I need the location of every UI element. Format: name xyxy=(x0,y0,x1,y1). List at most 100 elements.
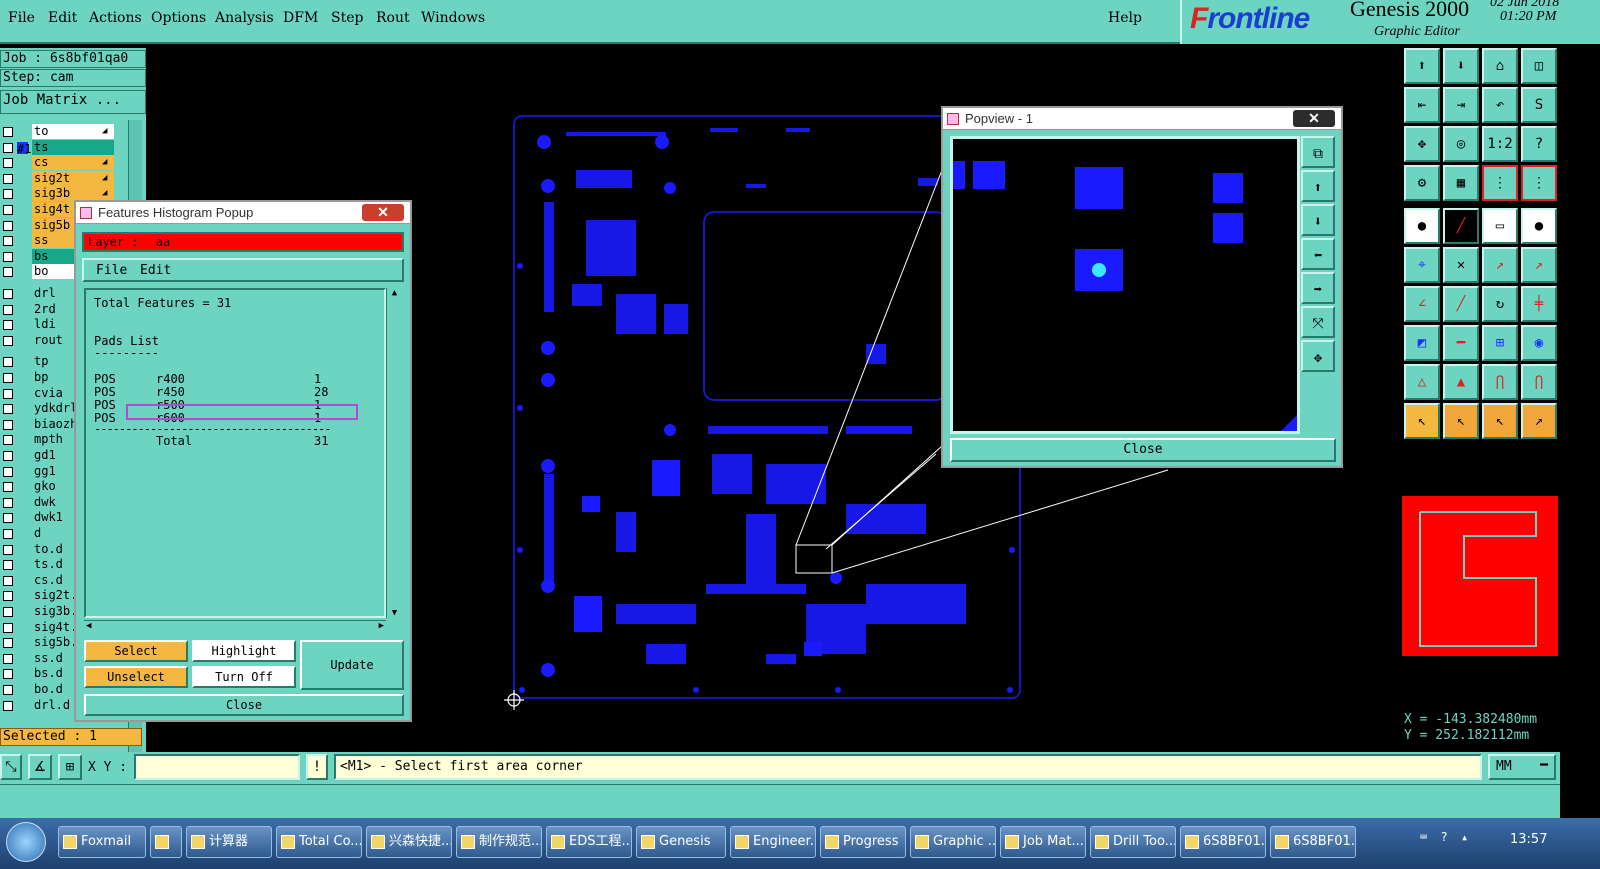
minus-icon[interactable]: ━ xyxy=(1443,325,1479,361)
connect-icon[interactable]: ⌖ xyxy=(1404,247,1440,283)
layer-checkbox[interactable] xyxy=(3,451,13,461)
layer-checkbox[interactable] xyxy=(3,482,13,493)
xy-input[interactable] xyxy=(134,754,300,780)
layer-checkbox[interactable] xyxy=(3,251,13,262)
layer-checkbox[interactable] xyxy=(3,404,13,415)
taskbar-item[interactable]: Genesis xyxy=(636,826,726,858)
turn-off-button[interactable]: Turn Off xyxy=(192,666,296,688)
taskbar-item[interactable]: Engineer... xyxy=(730,826,816,858)
cross-icon[interactable]: ✕ xyxy=(1443,247,1479,283)
layer-checkbox[interactable] xyxy=(3,373,13,383)
layer-checkbox[interactable] xyxy=(3,560,13,571)
layer-checkbox[interactable] xyxy=(3,267,13,278)
layer-checkbox[interactable] xyxy=(3,497,13,508)
vertical-scrollbar[interactable]: ▲ ▼ xyxy=(386,288,402,618)
scale-icon[interactable]: 1:2 xyxy=(1482,126,1518,162)
menu-help[interactable]: Help xyxy=(1108,10,1142,26)
pointer2-icon[interactable]: ↖ xyxy=(1443,403,1479,439)
histogram-menu-file[interactable]: File xyxy=(96,263,127,278)
taskbar-item[interactable]: EDS工程... xyxy=(546,826,632,858)
zoom-window-icon[interactable]: ⧉ xyxy=(1301,136,1335,168)
ruler-icon[interactable]: ▭ xyxy=(1482,208,1518,244)
taskbar-item[interactable]: 计算器 xyxy=(186,826,272,858)
rotate-icon[interactable]: ↻ xyxy=(1482,286,1518,322)
copy-icon[interactable]: ◩ xyxy=(1404,325,1440,361)
pad-edit-icon[interactable]: ● xyxy=(1404,208,1440,244)
histogram-menu-edit[interactable]: Edit xyxy=(140,263,171,278)
home-up-icon[interactable]: ⬆ xyxy=(1404,48,1440,84)
layer-checkbox[interactable] xyxy=(3,622,13,633)
pan-up-icon[interactable]: ⬆ xyxy=(1301,170,1335,202)
move-left-icon[interactable]: ⇤ xyxy=(1404,87,1440,123)
layer-checkbox[interactable] xyxy=(3,513,13,524)
histogram-close-button[interactable]: Close xyxy=(84,694,404,716)
update-button[interactable]: Update xyxy=(300,640,404,690)
menu-dfm[interactable]: DFM xyxy=(283,10,318,26)
layer-checkbox[interactable] xyxy=(3,127,13,137)
taskbar-item[interactable]: 6S8BF01... xyxy=(1270,826,1356,858)
menu-options[interactable]: Options xyxy=(151,10,206,26)
pan-down-icon[interactable]: ⬇ xyxy=(1301,204,1335,236)
circle-icon[interactable]: ● xyxy=(1521,208,1557,244)
popview-close-button[interactable]: Close xyxy=(950,438,1336,462)
start-button[interactable] xyxy=(6,822,46,862)
layer-checkbox[interactable] xyxy=(3,638,13,649)
mirror-icon[interactable]: ╪ xyxy=(1521,286,1557,322)
layer-checkbox[interactable] xyxy=(3,304,13,315)
zoom-out-icon[interactable]: ⤧ xyxy=(1301,306,1335,338)
menu-windows[interactable]: Windows xyxy=(421,10,485,26)
layer-checkbox[interactable] xyxy=(3,335,13,346)
layer-checkbox[interactable] xyxy=(3,435,13,446)
taskbar-item[interactable]: Progress xyxy=(820,826,906,858)
layer-checkbox[interactable] xyxy=(3,388,13,399)
pointer3-icon[interactable]: ↖ xyxy=(1482,403,1518,439)
units-selector[interactable]: MM ━ xyxy=(1488,754,1556,780)
layer-checkbox[interactable] xyxy=(3,607,13,617)
layer-checkbox[interactable] xyxy=(3,189,13,200)
zoom-in-icon[interactable]: ✥ xyxy=(1301,340,1335,372)
layer-row[interactable]: #1a33ffts xyxy=(0,139,120,156)
zoom-center-icon[interactable]: ◎ xyxy=(1443,126,1479,162)
taskbar-item[interactable]: Drill Too... xyxy=(1090,826,1176,858)
layer-checkbox[interactable] xyxy=(3,466,13,477)
angle-snap-icon[interactable]: ∡ xyxy=(28,754,52,780)
menu-actions[interactable]: Actions xyxy=(89,10,142,26)
pan-right-icon[interactable]: ➡ xyxy=(1301,272,1335,304)
layer-row[interactable]: sig2t ◢ xyxy=(0,170,120,187)
arch2-icon[interactable]: ⋂ xyxy=(1521,364,1557,400)
execute-button[interactable]: ! xyxy=(306,754,328,780)
menu-step[interactable]: Step xyxy=(331,10,363,26)
taskbar-item[interactable]: 制作规范... xyxy=(456,826,542,858)
layer-checkbox[interactable] xyxy=(3,529,13,539)
triangle2-icon[interactable]: ▲ xyxy=(1443,364,1479,400)
keyboard-icon[interactable]: ⌨ xyxy=(1420,830,1427,844)
menu-edit[interactable]: Edit xyxy=(48,10,77,26)
taskbar-item[interactable]: Foxmail xyxy=(58,826,146,858)
tray-expand-icon[interactable]: ▴ xyxy=(1461,830,1468,844)
angle-icon[interactable]: ∠ xyxy=(1404,286,1440,322)
taskbar-item[interactable] xyxy=(150,826,182,858)
layer-checkbox[interactable] xyxy=(3,220,13,231)
layers-red-icon[interactable]: ⋮ xyxy=(1482,165,1518,201)
popview-canvas[interactable] xyxy=(950,136,1300,434)
draw-line-icon[interactable]: ╱ xyxy=(1443,208,1479,244)
tools-icon[interactable]: ⚙ xyxy=(1404,165,1440,201)
layer-checkbox[interactable] xyxy=(3,591,13,602)
measure-icon[interactable]: ⊞ xyxy=(1482,325,1518,361)
taskbar-item[interactable]: Job Mat... xyxy=(1000,826,1086,858)
snap-icon[interactable]: ⤡ xyxy=(0,754,22,780)
horizontal-scrollbar[interactable]: ◀ ▶ xyxy=(84,620,386,634)
layer-checkbox[interactable] xyxy=(3,357,13,368)
select-button[interactable]: Select xyxy=(84,640,188,662)
layer-row[interactable]: to ◢ xyxy=(0,124,120,140)
close-icon[interactable]: ✕ xyxy=(362,204,404,221)
help-icon[interactable]: ? xyxy=(1521,126,1557,162)
triangle-icon[interactable]: △ xyxy=(1404,364,1440,400)
house-icon[interactable]: ⌂ xyxy=(1482,48,1518,84)
unselect-button[interactable]: Unselect xyxy=(84,666,188,688)
help-tray-icon[interactable]: ? xyxy=(1440,830,1447,844)
job-matrix-button[interactable]: Job Matrix ... xyxy=(0,90,146,114)
layer-checkbox[interactable] xyxy=(3,653,13,664)
layer-checkbox[interactable] xyxy=(3,700,13,711)
menu-analysis[interactable]: Analysis xyxy=(215,10,274,26)
